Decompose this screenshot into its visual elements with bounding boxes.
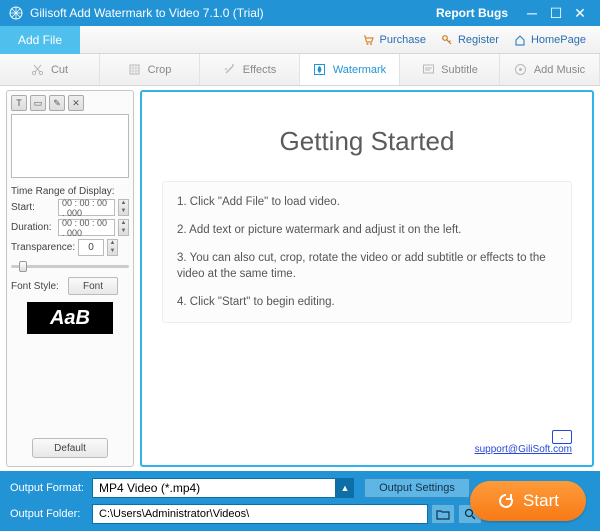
support-email-link[interactable]: support@GiliSoft.com (475, 444, 572, 455)
music-disc-icon (514, 63, 528, 77)
content-area: T ▭ ✎ ✕ Time Range of Display: Start: 00… (0, 86, 600, 471)
tab-effects-label: Effects (243, 64, 276, 76)
minimize-button[interactable]: ─ (520, 5, 544, 21)
start-button[interactable]: Start (470, 481, 586, 521)
getting-started-title: Getting Started (162, 126, 572, 157)
cart-icon (362, 33, 376, 47)
duration-label: Duration: (11, 222, 55, 233)
add-image-watermark-button[interactable]: ▭ (30, 95, 46, 111)
main-panel: Getting Started 1. Click "Add File" to l… (140, 90, 594, 467)
transparence-label: Transparence: (11, 242, 75, 253)
purchase-link[interactable]: Purchase (362, 33, 426, 47)
instruction-step-3: 3. You can also cut, crop, rotate the vi… (177, 250, 557, 282)
tab-addmusic-label: Add Music (534, 64, 585, 76)
tab-effects[interactable]: Effects (200, 54, 300, 85)
key-icon (440, 33, 454, 47)
left-panel: T ▭ ✎ ✕ Time Range of Display: Start: 00… (6, 90, 134, 467)
start-label: Start (523, 491, 559, 511)
app-logo-icon (8, 5, 24, 21)
output-format-dropdown-button[interactable]: ▲ (336, 478, 354, 498)
register-link[interactable]: Register (440, 33, 499, 47)
output-format-select[interactable]: MP4 Video (*.mp4) (92, 478, 336, 498)
delete-watermark-button[interactable]: ✕ (68, 95, 84, 111)
font-button[interactable]: Font (68, 277, 118, 295)
folder-icon (436, 509, 450, 520)
tab-crop-label: Crop (148, 64, 172, 76)
report-bugs-link[interactable]: Report Bugs (436, 6, 508, 20)
duration-spinner[interactable]: ▲▼ (118, 219, 129, 236)
tab-bar: Cut Crop Effects Watermark Subtitle Add … (0, 54, 600, 86)
tab-crop[interactable]: Crop (100, 54, 200, 85)
home-icon (513, 33, 527, 47)
instruction-step-2: 2. Add text or picture watermark and adj… (177, 222, 557, 238)
toolbar: Add File Purchase Register HomePage (0, 26, 600, 54)
default-button[interactable]: Default (32, 438, 108, 458)
transparence-slider[interactable] (11, 259, 129, 273)
bottom-bar: Output Format: MP4 Video (*.mp4) ▲ Outpu… (0, 471, 600, 531)
font-preview: AaB (27, 302, 113, 334)
crop-icon (128, 63, 142, 77)
add-file-button[interactable]: Add File (0, 26, 80, 54)
time-range-label: Time Range of Display: (11, 186, 129, 197)
start-label: Start: (11, 202, 55, 213)
transparence-input[interactable]: 0 (78, 239, 104, 256)
mail-icon (552, 430, 572, 444)
transparence-spinner[interactable]: ▲▼ (107, 239, 118, 256)
tab-subtitle-label: Subtitle (441, 64, 478, 76)
output-folder-label: Output Folder: (10, 508, 92, 520)
window-title: Gilisoft Add Watermark to Video 7.1.0 (T… (30, 6, 264, 20)
tab-addmusic[interactable]: Add Music (500, 54, 600, 85)
tab-cut[interactable]: Cut (0, 54, 100, 85)
refresh-icon (497, 492, 515, 510)
watermark-list[interactable] (11, 114, 129, 178)
duration-input[interactable]: 00 : 00 : 00 . 000 (58, 219, 115, 236)
watermark-icon (313, 63, 327, 77)
support-section: support@GiliSoft.com (162, 430, 572, 455)
maximize-button[interactable]: ☐ (544, 5, 568, 22)
scissors-icon (31, 63, 45, 77)
homepage-link[interactable]: HomePage (513, 33, 586, 47)
homepage-label: HomePage (531, 34, 586, 46)
subtitle-icon (421, 63, 435, 77)
output-format-label: Output Format: (10, 482, 92, 494)
add-text-watermark-button[interactable]: T (11, 95, 27, 111)
tab-watermark[interactable]: Watermark (300, 54, 400, 85)
close-button[interactable]: ✕ (568, 5, 592, 22)
tab-cut-label: Cut (51, 64, 68, 76)
title-bar: Gilisoft Add Watermark to Video 7.1.0 (T… (0, 0, 600, 26)
instructions-box: 1. Click "Add File" to load video. 2. Ad… (162, 181, 572, 323)
tab-watermark-label: Watermark (333, 64, 386, 76)
start-time-input[interactable]: 00 : 00 : 00 . 000 (58, 199, 115, 216)
instruction-step-4: 4. Click "Start" to begin editing. (177, 294, 557, 310)
edit-watermark-button[interactable]: ✎ (49, 95, 65, 111)
wand-icon (223, 63, 237, 77)
output-folder-input[interactable]: C:\Users\Administrator\Videos\ (92, 504, 428, 524)
browse-folder-button[interactable] (431, 504, 455, 524)
register-label: Register (458, 34, 499, 46)
tab-subtitle[interactable]: Subtitle (400, 54, 500, 85)
fontstyle-label: Font Style: (11, 281, 65, 292)
purchase-label: Purchase (380, 34, 426, 46)
watermark-mini-toolbar: T ▭ ✎ ✕ (11, 95, 129, 111)
output-settings-button[interactable]: Output Settings (364, 478, 470, 498)
start-time-spinner[interactable]: ▲▼ (118, 199, 129, 216)
instruction-step-1: 1. Click "Add File" to load video. (177, 194, 557, 210)
